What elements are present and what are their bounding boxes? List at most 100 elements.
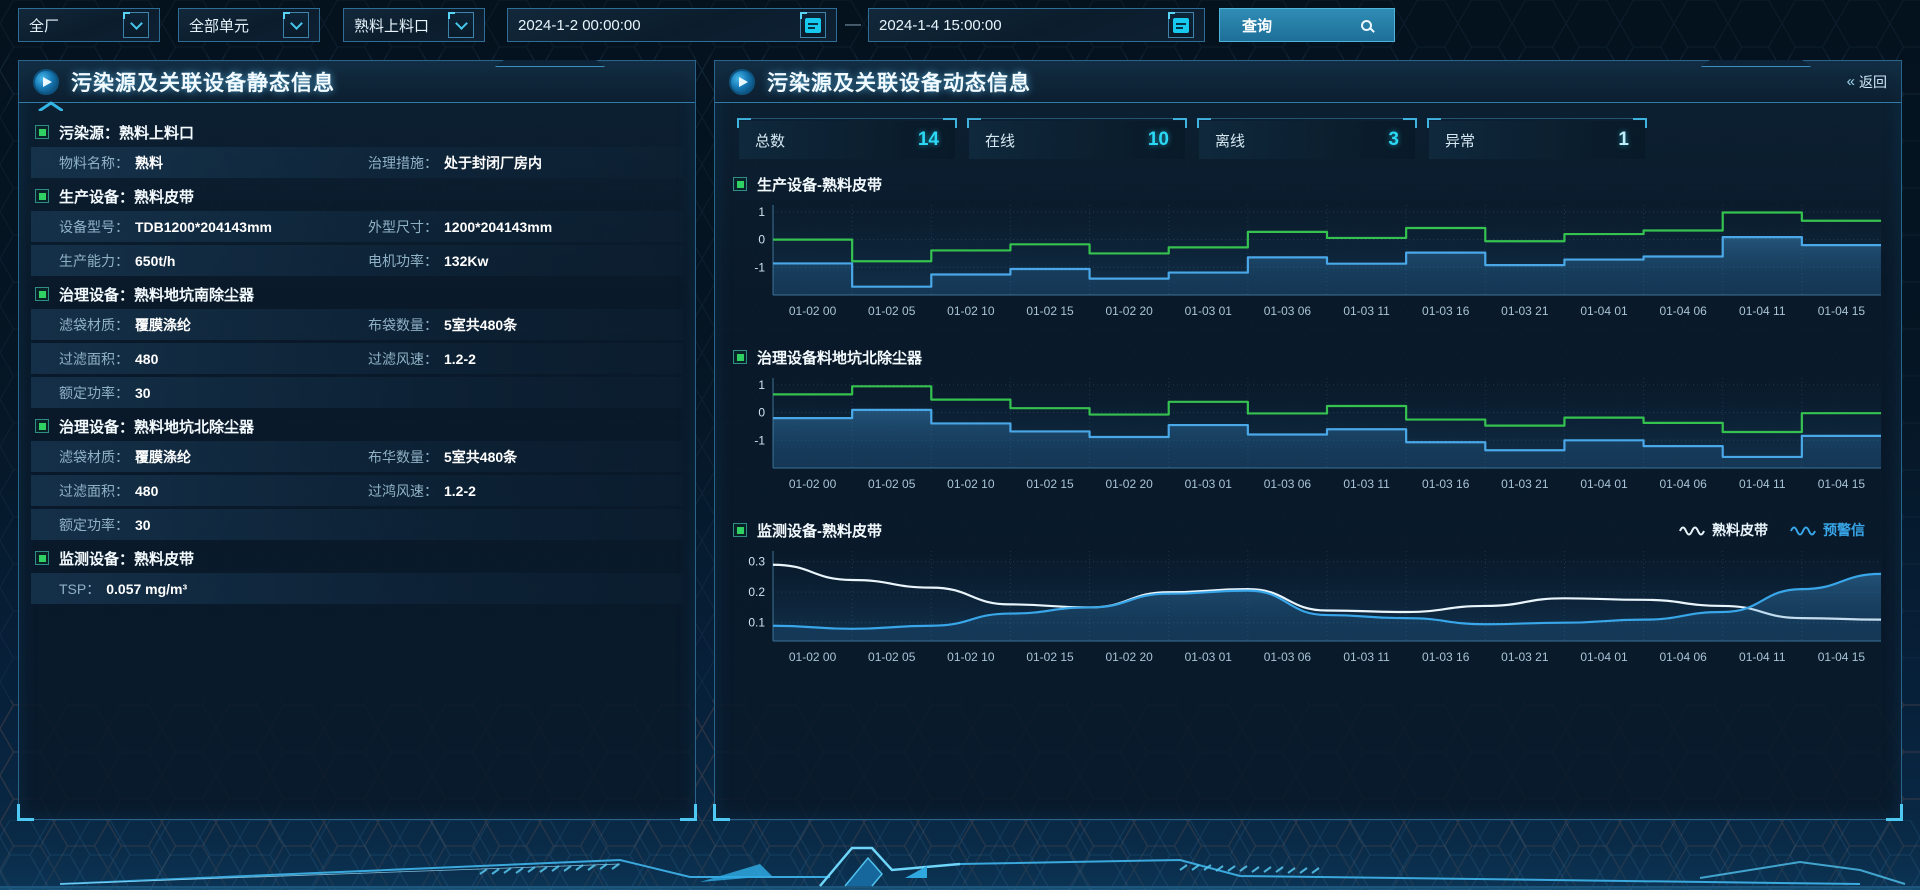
info-cell: 过滤风速：1.2-2 [368,349,677,369]
chart-title-row: 治理设备料地坑北除尘器 [729,344,1891,370]
stats-row: 总数14在线10离线3异常1 [739,121,1877,159]
legend-wave-icon [1790,524,1816,536]
date-to-input[interactable]: 2024-1-4 15:00:00 [868,8,1205,42]
svg-text:01-04 06: 01-04 06 [1659,650,1707,664]
svg-text:01-03 01: 01-03 01 [1185,304,1233,318]
chart-legend: 熟料皮带 预警信 [1679,520,1865,540]
svg-text:01-04 15: 01-04 15 [1818,304,1866,318]
charts-area: 生产设备-熟料皮带10-101-02 0001-02 0501-02 1001-… [715,169,1901,682]
chart-canvas: 10-101-02 0001-02 0501-02 1001-02 1501-0… [729,197,1889,331]
svg-text:01-04 15: 01-04 15 [1818,650,1866,664]
plant-select[interactable]: 全厂 [18,8,160,42]
table-row: TSP：0.057 mg/m³ [31,573,683,604]
chart-title: 监测设备-熟料皮带 [757,520,882,541]
stat-value: 3 [1388,129,1399,151]
svg-text:0.1: 0.1 [748,616,765,630]
calendar-icon[interactable] [1168,12,1194,38]
chart-canvas: 0.30.20.101-02 0001-02 0501-02 1001-02 1… [729,543,1889,677]
legend-item[interactable]: 预警信 [1790,520,1865,540]
svg-text:01-04 06: 01-04 06 [1659,304,1707,318]
svg-text:01-03 11: 01-03 11 [1343,477,1390,491]
chart-canvas: 10-101-02 0001-02 0501-02 1001-02 1501-0… [729,370,1889,504]
chart-title-row: 监测设备-熟料皮带 熟料皮带 预警信 [729,517,1891,543]
chart-section: 监测设备-熟料皮带熟料皮带预警信0.30.20.101-02 0001-02 0… [729,517,1891,682]
stat-label: 在线 [985,130,1015,151]
unit-select[interactable]: 全部单元 [178,8,320,42]
info-value: 处于封闭厂房内 [444,153,542,173]
info-label: 滤袋材质： [59,447,129,467]
svg-text:01-03 01: 01-03 01 [1185,650,1233,664]
stat-card: 在线10 [969,121,1185,159]
green-square-icon [733,523,747,537]
svg-text:01-04 01: 01-04 01 [1580,650,1628,664]
svg-text:01-03 16: 01-03 16 [1422,304,1470,318]
svg-text:01-04 11: 01-04 11 [1739,477,1786,491]
chart-title: 治理设备料地坑北除尘器 [757,347,922,368]
info-section-title: 生产设备：熟料皮带 [31,181,683,211]
info-value: TDB1200*204143mm [135,219,272,235]
svg-text:01-02 20: 01-02 20 [1105,304,1153,318]
info-cell: 过滤面积：480 [59,349,368,369]
green-square-icon [35,419,49,433]
info-cell: 设备型号： TDB1200*204143mm [59,217,368,237]
panel-header: 污染源及关联设备动态信息 « 返回 [715,61,1901,103]
info-label: 过鸿风速： [368,481,438,501]
svg-text:0.2: 0.2 [748,585,765,599]
svg-text:0: 0 [758,233,765,247]
stat-label: 总数 [755,130,785,151]
info-cell: 外型尺寸：1200*204143mm [368,217,677,237]
svg-text:01-03 01: 01-03 01 [1185,477,1233,491]
info-value: 132Kw [444,253,488,269]
svg-text:01-02 10: 01-02 10 [947,650,995,664]
date-from-value: 2024-1-2 00:00:00 [518,17,800,34]
source-select[interactable]: 熟料上料口 [343,8,485,42]
chevron-down-icon[interactable] [123,12,149,38]
legend-item[interactable]: 熟料皮带 [1679,520,1768,540]
info-label: 设备型号： [59,217,129,237]
green-square-icon [733,350,747,364]
svg-text:01-03 16: 01-03 16 [1422,650,1470,664]
svg-text:01-02 00: 01-02 00 [789,477,837,491]
query-button[interactable]: 查询 [1219,8,1395,42]
chevron-down-icon[interactable] [283,12,309,38]
info-cell: 电机功率：132Kw [368,251,677,271]
info-label: 物料名称： [59,153,129,173]
search-icon [1361,20,1372,31]
legend-wave-icon [1679,524,1705,536]
calendar-icon[interactable] [800,12,826,38]
green-square-icon [733,177,747,191]
svg-text:01-03 16: 01-03 16 [1422,477,1470,491]
header-notch-decoration [495,60,605,67]
info-label: 额定功率： [59,515,129,535]
svg-text:01-03 21: 01-03 21 [1501,650,1549,664]
svg-text:01-02 00: 01-02 00 [789,650,837,664]
info-section-title: 污染源：熟料上料口 [31,117,683,147]
info-label: 过滤风速： [368,349,438,369]
svg-text:1: 1 [758,378,765,392]
svg-text:01-02 00: 01-02 00 [789,304,837,318]
stat-value: 1 [1618,129,1629,151]
stat-card-top-border [969,118,1185,119]
info-value: 5室共480条 [444,447,517,467]
stat-card: 总数14 [739,121,955,159]
table-row: 过滤面积：480过鸿风速：1.2-2 [31,475,683,506]
info-value: 覆膜涤纶 [135,447,191,467]
legend-label: 熟料皮带 [1712,520,1768,540]
chart-title: 生产设备-熟料皮带 [757,174,882,195]
footer-decoration [0,820,1920,890]
svg-text:-1: -1 [754,433,765,447]
info-value: 480 [135,483,158,499]
chart-section: 治理设备料地坑北除尘器10-101-02 0001-02 0501-02 100… [729,344,1891,509]
date-range-separator: — [845,8,861,42]
info-cell: 额定功率：30 [59,383,368,403]
svg-text:01-04 06: 01-04 06 [1659,477,1707,491]
info-value: 覆膜涤纶 [135,315,191,335]
back-button[interactable]: « 返回 [1847,72,1887,92]
info-section-title-text: 治理设备：熟料地坑北除尘器 [59,416,254,437]
svg-text:01-02 15: 01-02 15 [1026,477,1074,491]
info-cell: 物料名称：熟料 [59,153,368,173]
chevron-down-icon[interactable] [448,12,474,38]
svg-text:01-03 06: 01-03 06 [1264,477,1312,491]
svg-text:-1: -1 [754,260,765,274]
date-from-input[interactable]: 2024-1-2 00:00:00 [507,8,837,42]
